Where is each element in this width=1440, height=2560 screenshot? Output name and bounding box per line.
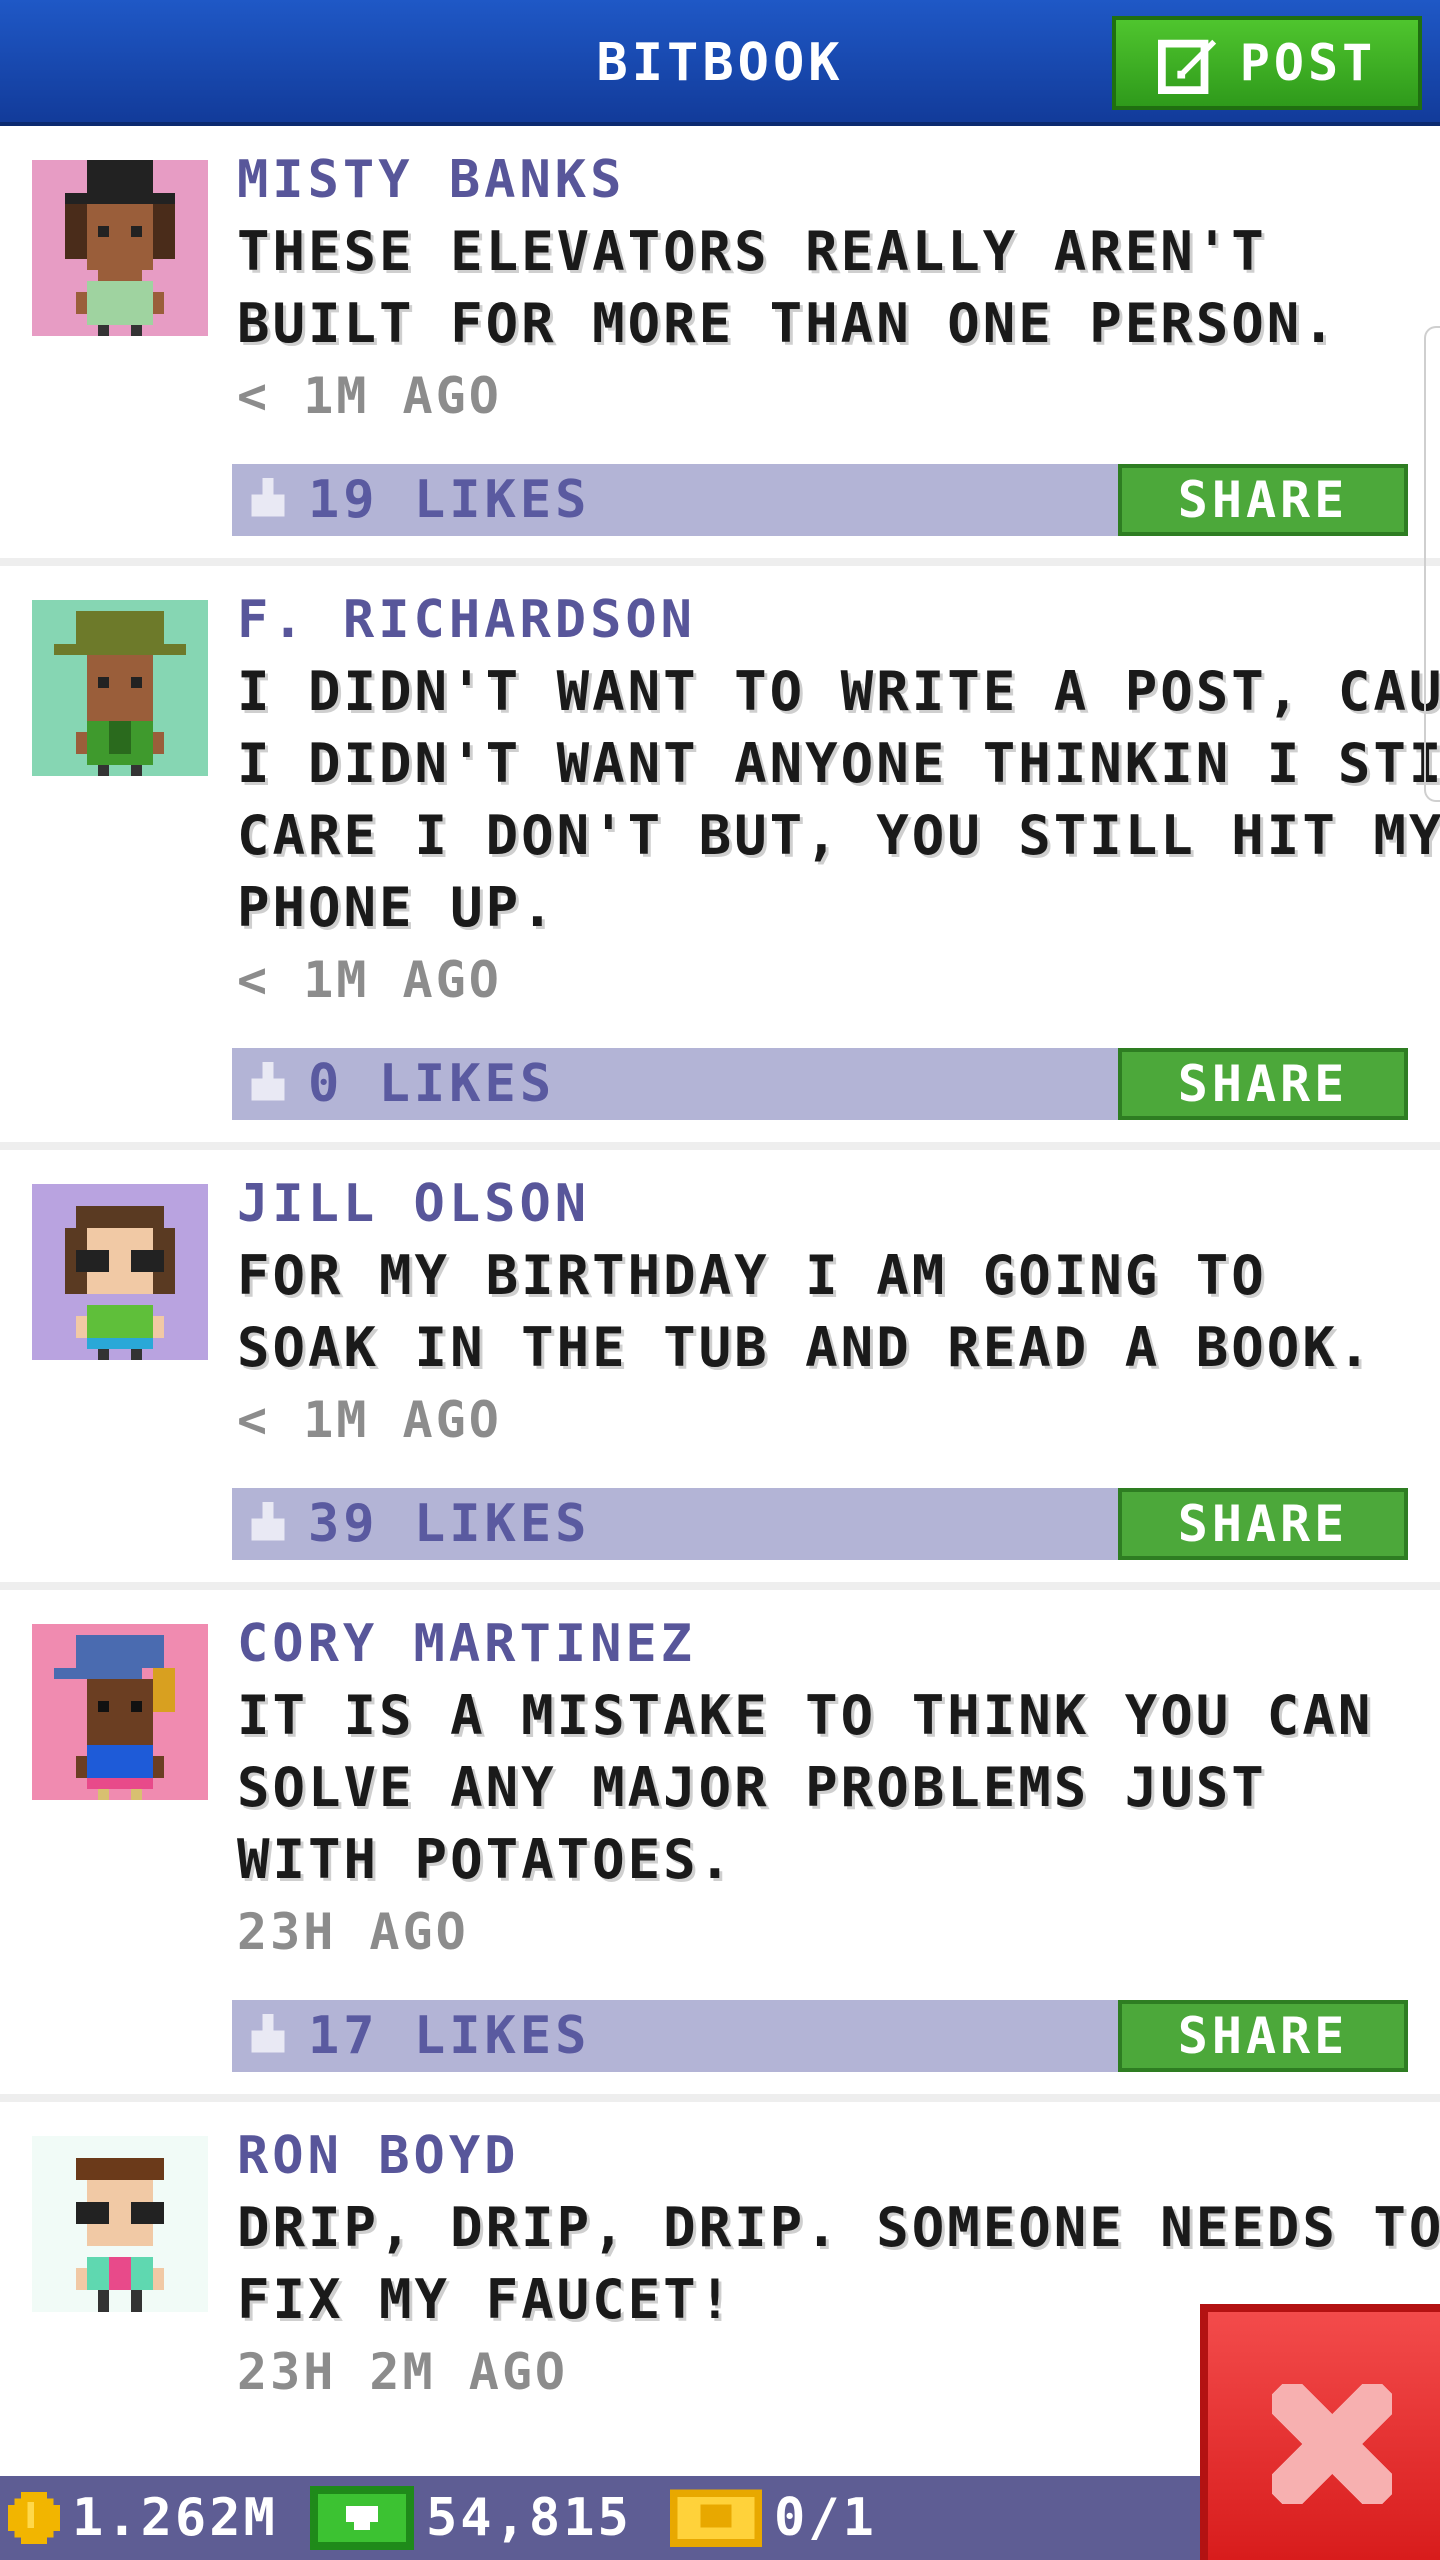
coin-icon (8, 2492, 60, 2544)
feed[interactable]: MISTY BANKS THESE ELEVATORS REALLY AREN'… (0, 126, 1440, 2476)
thumbs-up-icon (251, 1062, 285, 1101)
close-icon (1272, 2384, 1392, 2504)
post-text-line: FOR MY BIRTHDAY I AM GOING TO (237, 1244, 1267, 1307)
share-button[interactable]: SHARE (1118, 1048, 1408, 1120)
post-item: MISTY BANKS THESE ELEVATORS REALLY AREN'… (0, 126, 1440, 566)
thumbs-up-icon (251, 2014, 285, 2053)
like-count: 17 LIKES (308, 2006, 591, 2066)
post-text-line: WITH POTATOES. (237, 1828, 735, 1891)
post-timestamp: 23H 2M AGO (237, 2343, 569, 2401)
like-bar[interactable]: 39 LIKES SHARE (232, 1488, 1408, 1560)
scroll-indicator[interactable] (1424, 326, 1440, 802)
bux-value: 54,815 (426, 2488, 632, 2548)
post-item: F. RICHARDSON I DIDN'T WANT TO WRITE A P… (0, 566, 1440, 1150)
tickets-stat: 0/1 (670, 2476, 877, 2560)
post-timestamp: < 1M AGO (237, 1391, 502, 1449)
post-author[interactable]: MISTY BANKS (237, 144, 625, 216)
avatar (32, 2136, 208, 2312)
thumbs-up-icon (251, 1502, 285, 1541)
post-text-line: I DIDN'T WANT TO WRITE A POST, CAUSE (237, 660, 1440, 723)
coins-value: 1.262M (72, 2488, 278, 2548)
coins-stat: 1.262M (8, 2476, 278, 2560)
post-text-line: CARE I DON'T BUT, YOU STILL HIT MY (237, 804, 1440, 867)
thumbs-up-icon (251, 478, 285, 517)
post-text-line: PHONE UP. (237, 876, 557, 939)
like-count: 39 LIKES (308, 1494, 591, 1554)
bux-icon (310, 2486, 414, 2550)
post-text-line: DRIP, DRIP, DRIP. SOMEONE NEEDS TO (237, 2196, 1440, 2259)
share-button[interactable]: SHARE (1118, 464, 1408, 536)
avatar (32, 1624, 208, 1800)
avatar (32, 160, 208, 336)
post-text-line: IT IS A MISTAKE TO THINK YOU CAN (237, 1684, 1374, 1747)
post-timestamp: 23H AGO (237, 1903, 469, 1961)
bux-stat: 54,815 (310, 2476, 632, 2560)
edit-icon (1157, 39, 1216, 94)
post-timestamp: < 1M AGO (237, 951, 502, 1009)
post-author[interactable]: F. RICHARDSON (237, 584, 696, 656)
share-button[interactable]: SHARE (1118, 2000, 1408, 2072)
post-timestamp: < 1M AGO (237, 367, 502, 425)
tickets-value: 0/1 (774, 2488, 877, 2548)
post-author[interactable]: JILL OLSON (237, 1168, 590, 1240)
post-text-line: THESE ELEVATORS REALLY AREN'T (237, 220, 1267, 283)
like-count: 0 LIKES (308, 1054, 556, 1114)
close-button[interactable] (1200, 2304, 1440, 2560)
like-bar[interactable]: 19 LIKES SHARE (232, 464, 1408, 536)
like-count: 19 LIKES (308, 470, 591, 530)
post-text-line: I DIDN'T WANT ANYONE THINKIN I STILL (237, 732, 1440, 795)
ticket-icon (670, 2489, 762, 2547)
post-text-line: BUILT FOR MORE THAN ONE PERSON. (237, 292, 1338, 355)
post-button-label: POST (1239, 34, 1377, 92)
post-text-line: SOLVE ANY MAJOR PROBLEMS JUST (237, 1756, 1267, 1819)
share-button[interactable]: SHARE (1118, 1488, 1408, 1560)
avatar (32, 1184, 208, 1360)
avatar (32, 600, 208, 776)
like-bar[interactable]: 17 LIKES SHARE (232, 2000, 1408, 2072)
post-author[interactable]: CORY MARTINEZ (237, 1608, 696, 1680)
app-header: BITBOOK POST (0, 0, 1440, 126)
post-author[interactable]: RON BOYD (237, 2120, 519, 2192)
post-item: JILL OLSON FOR MY BIRTHDAY I AM GOING TO… (0, 1150, 1440, 1590)
post-button[interactable]: POST (1112, 16, 1422, 110)
post-text-line: SOAK IN THE TUB AND READ A BOOK. (237, 1316, 1374, 1379)
post-item: CORY MARTINEZ IT IS A MISTAKE TO THINK Y… (0, 1590, 1440, 2102)
like-bar[interactable]: 0 LIKES SHARE (232, 1048, 1408, 1120)
